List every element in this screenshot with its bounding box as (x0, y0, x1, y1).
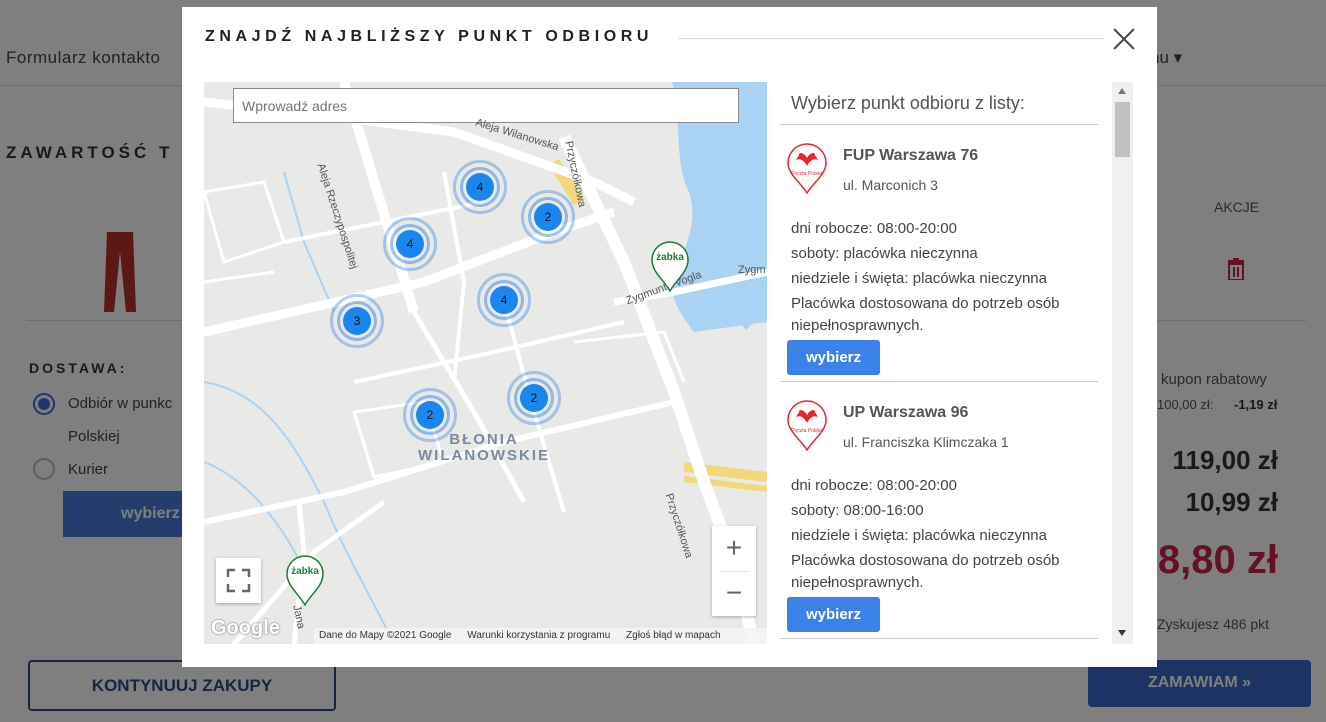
map[interactable]: Aleja Wilanowska Aleja Rzeczypospolitej … (204, 82, 767, 644)
map-footer: Dane do Mapy ©2021 Google Warunki korzys… (314, 628, 767, 644)
map-report-link[interactable]: Zgłoś błąd w mapach (626, 628, 721, 644)
hours-saturdays: soboty: placówka nieczynna (791, 245, 978, 262)
list-item-divider (780, 381, 1098, 382)
zabka-label: żabka (291, 566, 319, 577)
map-cluster[interactable]: 4 (453, 160, 507, 214)
accessibility-note-2: niepełnosprawnych. (791, 574, 924, 591)
map-terms-link[interactable]: Warunki korzystania z programu (467, 628, 610, 644)
list-heading-divider (780, 124, 1098, 125)
map-cluster[interactable]: 4 (477, 273, 531, 327)
map-pin-icon (286, 555, 324, 607)
list-item[interactable]: Poczta Polska UP Warszawa 96 ul. Francis… (780, 399, 1098, 639)
google-logo: Google (211, 617, 280, 639)
accessibility-note: Placówka dostosowana do potrzeb osób (791, 552, 1060, 569)
accessibility-note: Placówka dostosowana do potrzeb osób (791, 295, 1060, 312)
pickup-point-list: Wybierz punkt odbioru z listy: Poczta Po… (780, 82, 1135, 644)
poczta-polska-logo-icon: Poczta Polska (787, 143, 827, 194)
hours-weekdays: dni robocze: 08:00-20:00 (791, 220, 957, 237)
zoom-in-button[interactable]: + (712, 526, 756, 571)
cluster-count: 2 (520, 384, 548, 412)
street-label: Zygm (738, 264, 766, 276)
modal-title: ZNAJDŹ NAJBLIŻSZY PUNKT ODBIORU (205, 28, 654, 45)
cluster-count: 4 (466, 173, 494, 201)
zabka-pin-icon[interactable]: żabka (650, 240, 690, 293)
poczta-polska-caption: Poczta Polska (791, 428, 823, 434)
map-pin-icon (651, 241, 689, 293)
scroll-thumb[interactable] (1115, 102, 1130, 157)
list-heading: Wybierz punkt odbioru z listy: (791, 93, 1025, 113)
cluster-count: 4 (396, 230, 424, 258)
area-label-line2: WILANOWSKIE (418, 447, 550, 464)
hours-saturdays: soboty: 08:00-16:00 (791, 502, 924, 519)
list-item[interactable]: Poczta Polska FUP Warszawa 76 ul. Marcon… (780, 142, 1098, 382)
select-point-button[interactable]: wybierz (787, 340, 880, 375)
map-data-credit: Dane do Mapy ©2021 Google (319, 630, 452, 641)
accessibility-note-2: niepełnosprawnych. (791, 317, 924, 334)
map-cluster[interactable]: 4 (383, 217, 437, 271)
close-icon[interactable] (1112, 27, 1136, 51)
map-cluster[interactable]: 2 (403, 388, 457, 442)
map-cluster[interactable]: 2 (507, 371, 561, 425)
cluster-count: 3 (343, 307, 371, 335)
zoom-out-button[interactable]: − (712, 571, 756, 616)
address-search-input[interactable] (233, 88, 739, 123)
cluster-count: 4 (490, 286, 518, 314)
list-scrollbar[interactable] (1112, 82, 1133, 644)
zoom-control: + − (712, 526, 756, 616)
fullscreen-icon-glyph (226, 568, 251, 593)
fullscreen-icon[interactable] (216, 558, 261, 603)
zabka-label: żabka (656, 252, 684, 263)
zabka-pin-icon[interactable]: żabka (285, 554, 325, 607)
pickup-point-name: FUP Warszawa 76 (843, 147, 979, 164)
title-divider (678, 38, 1105, 39)
cluster-count: 2 (416, 401, 444, 429)
pickup-point-name: UP Warszawa 96 (843, 404, 969, 421)
cluster-count: 2 (534, 203, 562, 231)
poczta-polska-caption: Poczta Polska (791, 171, 823, 177)
pickup-point-address: ul. Marconich 3 (843, 177, 938, 193)
scroll-up-icon[interactable] (1118, 88, 1126, 94)
hours-weekdays: dni robocze: 08:00-20:00 (791, 477, 957, 494)
list-item-divider (780, 638, 1098, 639)
pickup-point-address: ul. Franciszka Klimczaka 1 (843, 434, 1009, 450)
select-point-button[interactable]: wybierz (787, 597, 880, 632)
poczta-polska-logo-icon: Poczta Polska (787, 400, 827, 451)
hours-holidays: niedziele i święta: placówka nieczynna (791, 270, 1047, 287)
scroll-down-icon[interactable] (1118, 630, 1126, 636)
hours-holidays: niedziele i święta: placówka nieczynna (791, 527, 1047, 544)
pickup-point-modal: ZNAJDŹ NAJBLIŻSZY PUNKT ODBIORU Wprowadź… (182, 7, 1157, 667)
map-cluster[interactable]: 3 (330, 294, 384, 348)
map-cluster[interactable]: 2 (521, 190, 575, 244)
